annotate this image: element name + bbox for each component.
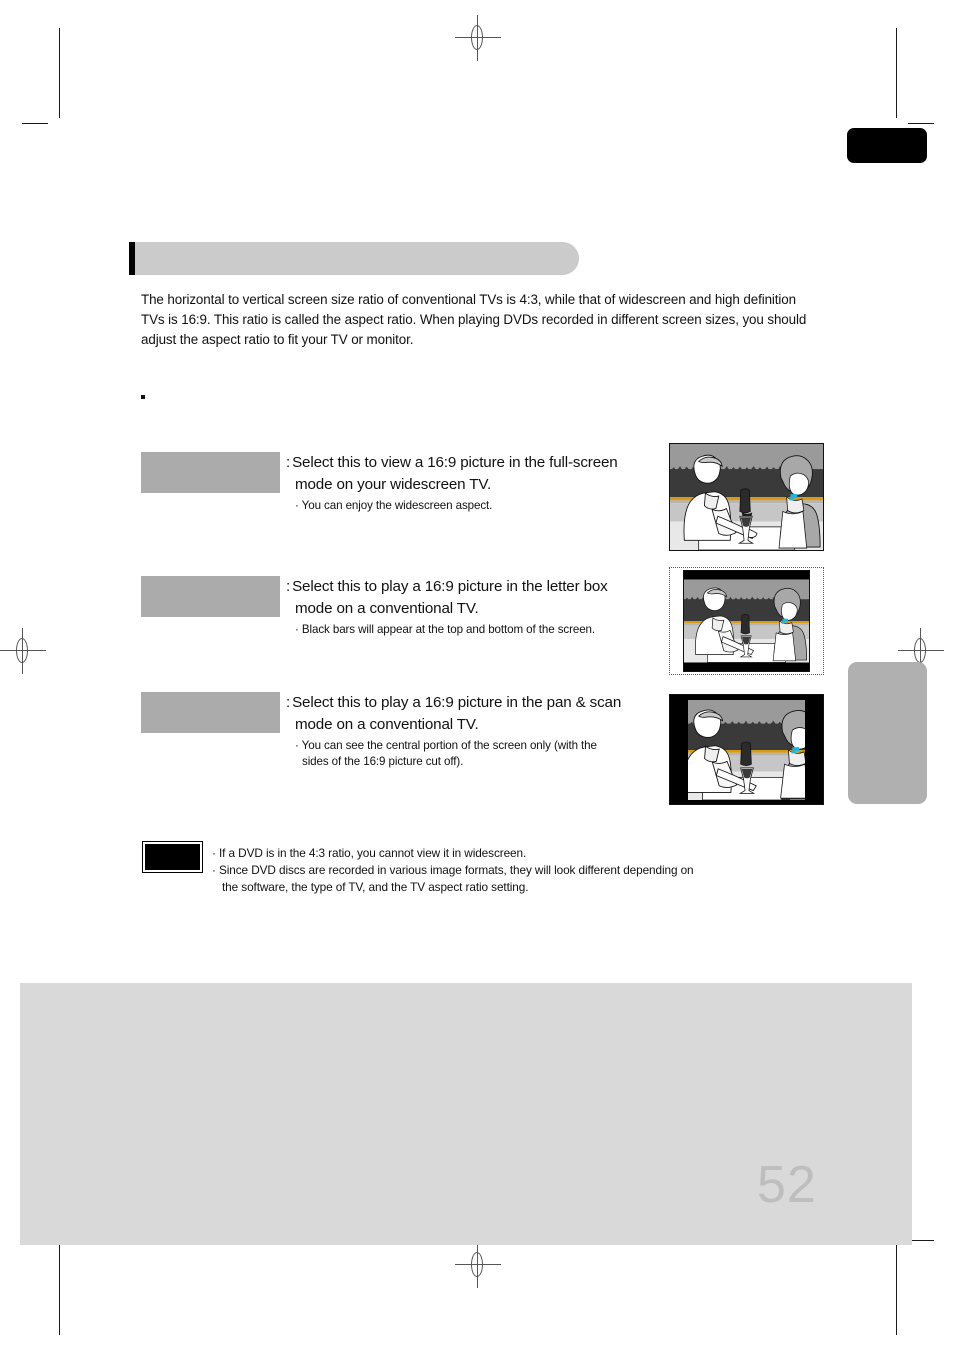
option-subnote-panscan: · You can see the central portion of the…	[286, 738, 675, 770]
option-desc-line2: mode on a conventional TV.	[295, 600, 479, 617]
crop-mark-top-left-horizontal	[22, 123, 48, 124]
chapter-tab-marker	[847, 128, 927, 163]
illustration-panscan	[669, 694, 824, 805]
option-label-panscan[interactable]	[141, 692, 280, 733]
page-number: 52	[757, 1156, 817, 1214]
option-description-letterbox: : Select this to play a 16:9 picture in t…	[286, 576, 656, 620]
option-subnote-widescreen: · You can enjoy the widescreen aspect.	[286, 498, 656, 514]
crop-mark-top-right-vertical	[896, 28, 897, 118]
registration-mark-left	[0, 628, 46, 674]
option-desc-line2: mode on your widescreen TV.	[295, 476, 492, 493]
option-colon: :	[286, 694, 291, 711]
option-label-letterbox[interactable]	[141, 576, 280, 617]
lead-bullet-item	[141, 388, 641, 399]
manual-page: The horizontal to vertical screen size r…	[0, 0, 954, 1351]
option-subnote-text: · You can see the central portion of the…	[295, 739, 597, 752]
crop-mark-top-right-horizontal	[908, 123, 934, 124]
option-desc-line2: mode on a conventional TV.	[295, 716, 479, 733]
note-line-1: · If a DVD is in the 4:3 ratio, you cann…	[212, 845, 832, 862]
option-colon: :	[286, 454, 291, 471]
section-header	[129, 242, 579, 275]
option-description-widescreen: : Select this to view a 16:9 picture in t…	[286, 452, 656, 496]
option-subnote-text-cont: sides of the 16:9 picture cut off).	[302, 755, 464, 768]
note-text-2-cont: the software, the type of TV, and the TV…	[222, 880, 529, 894]
note-text-2: · Since DVD discs are recorded in variou…	[212, 863, 694, 877]
intro-paragraph: The horizontal to vertical screen size r…	[141, 292, 807, 347]
crop-mark-top-left-vertical	[59, 28, 60, 118]
registration-mark-top	[455, 15, 501, 61]
option-row-widescreen: : Select this to view a 16:9 picture in t…	[141, 452, 954, 562]
crop-mark-bottom-right-vertical	[896, 1245, 897, 1335]
option-desc-line1: Select this to play a 16:9 picture in th…	[292, 694, 622, 711]
option-label-widescreen[interactable]	[141, 452, 280, 493]
section-header-title	[135, 242, 579, 275]
option-row-panscan: : Select this to play a 16:9 picture in t…	[141, 692, 954, 802]
option-desc-line1: Select this to view a 16:9 picture in th…	[292, 454, 618, 471]
bullet-dot-icon	[141, 395, 145, 399]
option-subnote-letterbox: · Black bars will appear at the top and …	[286, 622, 675, 638]
note-line-2: · Since DVD discs are recorded in variou…	[212, 862, 852, 896]
option-text-widescreen: : Select this to view a 16:9 picture in t…	[286, 452, 656, 514]
option-description-panscan: : Select this to play a 16:9 picture in t…	[286, 692, 656, 736]
option-subnote-text: · You can enjoy the widescreen aspect.	[295, 499, 493, 512]
crop-mark-bottom-left-vertical	[59, 1245, 60, 1335]
illustration-letterbox-frame	[669, 567, 824, 675]
registration-mark-bottom	[455, 1242, 501, 1288]
note-label-box	[142, 841, 203, 873]
option-colon: :	[286, 578, 291, 595]
note-text-1: · If a DVD is in the 4:3 ratio, you cann…	[212, 846, 527, 860]
option-desc-line1: Select this to play a 16:9 picture in th…	[292, 578, 608, 595]
illustration-widescreen-full	[669, 443, 824, 551]
option-row-letterbox: : Select this to play a 16:9 picture in t…	[141, 576, 954, 686]
option-text-letterbox: : Select this to play a 16:9 picture in t…	[286, 576, 656, 638]
option-text-panscan: : Select this to play a 16:9 picture in t…	[286, 692, 656, 770]
option-subnote-text: · Black bars will appear at the top and …	[295, 623, 596, 636]
